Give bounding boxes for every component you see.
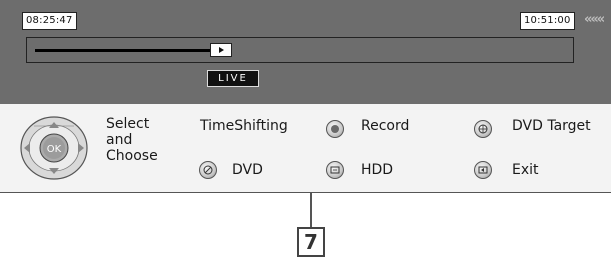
elapsed-time: 08:25:47 — [22, 12, 77, 30]
end-time: 10:51:00 — [520, 12, 575, 30]
tv-screen-overlay: 08:25:47 10:51:00 ««« LIVE — [0, 0, 611, 104]
timeshifting-label: TimeShifting — [200, 118, 288, 134]
dvd-label: DVD — [232, 162, 263, 178]
ok-label: OK — [47, 144, 62, 155]
callout-number: 7 — [297, 227, 325, 257]
hdd-label: HDD — [361, 162, 394, 178]
dvd-target-label: DVD Target — [512, 118, 591, 134]
hdd-icon[interactable] — [326, 161, 344, 179]
live-badge[interactable]: LIVE — [207, 70, 259, 87]
exit-icon[interactable] — [474, 161, 492, 179]
record-label: Record — [361, 118, 410, 134]
record-icon[interactable] — [326, 120, 344, 138]
control-bar: OK Select and Choose TimeShifting DVD Re… — [0, 104, 611, 193]
target-icon[interactable] — [474, 120, 492, 138]
exit-label: Exit — [512, 162, 539, 178]
rewind-chevrons-icon: ««« — [584, 12, 605, 27]
disc-icon[interactable] — [199, 161, 217, 179]
navigation-pad[interactable]: OK — [20, 116, 88, 180]
dpad-icon: OK — [20, 116, 88, 180]
progress-fill — [35, 49, 210, 52]
progress-bar[interactable] — [26, 37, 574, 63]
play-position-icon[interactable] — [210, 43, 232, 57]
callout-line — [310, 193, 312, 227]
select-and-choose-label: Select and Choose — [106, 116, 158, 164]
